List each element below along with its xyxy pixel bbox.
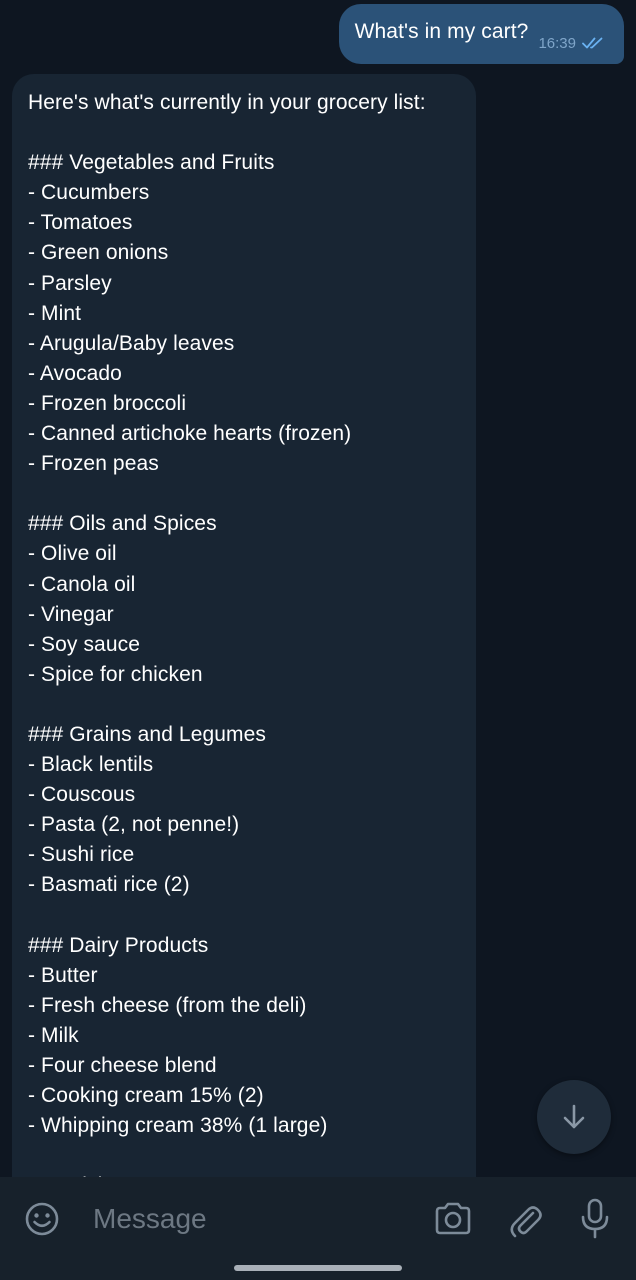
section-heading: ### Dairy Products xyxy=(28,933,209,957)
list-item: - Couscous xyxy=(28,783,136,807)
list-item: - Black lentils xyxy=(28,753,154,777)
outgoing-message-bubble[interactable]: What's in my cart? 16:39 xyxy=(338,4,624,64)
section-heading: ### Grains and Legumes xyxy=(28,722,267,746)
paperclip-icon xyxy=(510,1206,542,1238)
section-heading: ### Vegetables and Fruits xyxy=(28,151,275,175)
emoji-button[interactable] xyxy=(20,1197,64,1241)
microphone-icon xyxy=(581,1198,609,1239)
camera-button[interactable] xyxy=(430,1197,476,1241)
arrow-down-icon xyxy=(563,1104,585,1129)
outgoing-message-text: What's in my cart? xyxy=(354,20,529,43)
attach-button[interactable] xyxy=(503,1197,547,1241)
list-item: - Arugula/Baby leaves xyxy=(28,331,235,355)
list-item: - Sushi rice xyxy=(28,843,135,867)
emoji-icon xyxy=(25,1202,59,1236)
message-intro: Here's what's currently in your grocery … xyxy=(28,91,426,114)
list-item: - Canola oil xyxy=(28,572,136,596)
incoming-message-bubble[interactable]: Here's what's currently in your grocery … xyxy=(12,74,476,1274)
message-meta: 16:39 xyxy=(538,35,606,52)
list-item: - Cucumbers xyxy=(28,181,150,205)
list-item: - Fresh cheese (from the deli) xyxy=(28,993,307,1017)
list-item: - Parsley xyxy=(28,271,112,295)
chat-screen: What's in my cart? 16:39 Here's what's c… xyxy=(0,0,636,1280)
list-item: - Avocado xyxy=(28,361,122,385)
list-item: - Frozen broccoli xyxy=(28,391,187,415)
list-item: - Cooking cream 15% (2) xyxy=(28,1084,264,1108)
list-item: - Four cheese blend xyxy=(28,1054,217,1077)
list-item: - Spice for chicken xyxy=(28,662,203,686)
list-item: - Mint xyxy=(28,301,82,325)
message-input[interactable] xyxy=(93,1199,413,1239)
list-item: - Soy sauce xyxy=(28,632,140,656)
list-item: - Green onions xyxy=(28,241,169,265)
list-item: - Basmati rice (2) xyxy=(28,873,190,897)
double-check-icon xyxy=(582,37,603,49)
incoming-message-text: Here's what's currently in your grocery … xyxy=(28,88,460,1201)
list-item: - Olive oil xyxy=(28,542,117,566)
list-item: - Pasta (2, not penne!) xyxy=(28,813,240,837)
list-item: - Frozen peas xyxy=(28,452,159,476)
list-item: - Canned artichoke hearts (frozen) xyxy=(28,422,352,446)
list-item: - Milk xyxy=(28,1023,79,1047)
message-composer xyxy=(0,1177,636,1280)
camera-icon xyxy=(435,1202,471,1235)
voice-message-button[interactable] xyxy=(575,1195,615,1243)
section-heading: ### Oils and Spices xyxy=(28,512,217,536)
list-item: - Whipping cream 38% (1 large) xyxy=(28,1114,328,1138)
scroll-to-bottom-button[interactable] xyxy=(537,1080,611,1154)
list-item: - Tomatoes xyxy=(28,211,133,235)
home-indicator xyxy=(234,1265,402,1271)
message-time: 16:39 xyxy=(538,34,576,52)
list-item: - Vinegar xyxy=(28,602,114,626)
list-item: - Butter xyxy=(28,963,98,987)
